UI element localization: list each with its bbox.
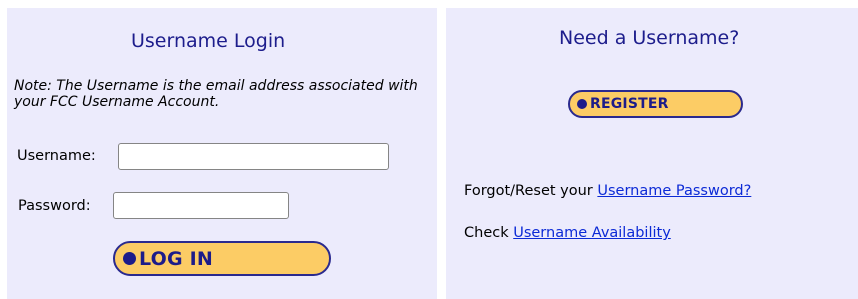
forgot-password-line: Forgot/Reset your Username Password?: [464, 183, 751, 199]
username-availability-link[interactable]: Username Availability: [513, 225, 671, 241]
register-title: Need a Username?: [559, 27, 740, 49]
password-input[interactable]: [113, 192, 289, 219]
page: Username Login Note: The Username is the…: [0, 0, 858, 299]
check-availability-prefix: Check: [464, 225, 514, 241]
login-panel: Username Login Note: The Username is the…: [7, 8, 437, 299]
password-label: Password:: [18, 198, 91, 214]
register-panel: Need a Username? REGISTER Forgot/Reset y…: [446, 8, 858, 299]
username-label: Username:: [17, 148, 96, 164]
username-note: Note: The Username is the email address …: [14, 78, 418, 110]
login-button-label: LOG IN: [139, 247, 213, 270]
check-availability-line: Check Username Availability: [464, 225, 671, 241]
login-button[interactable]: LOG IN: [113, 241, 331, 276]
bullet-icon: [577, 99, 587, 109]
forgot-password-prefix: Forgot/Reset your: [464, 183, 598, 199]
username-input[interactable]: [118, 143, 389, 170]
register-button-label: REGISTER: [590, 96, 669, 112]
login-title: Username Login: [131, 30, 286, 52]
username-password-link[interactable]: Username Password?: [597, 183, 751, 199]
bullet-icon: [123, 252, 136, 265]
register-button[interactable]: REGISTER: [568, 90, 743, 118]
